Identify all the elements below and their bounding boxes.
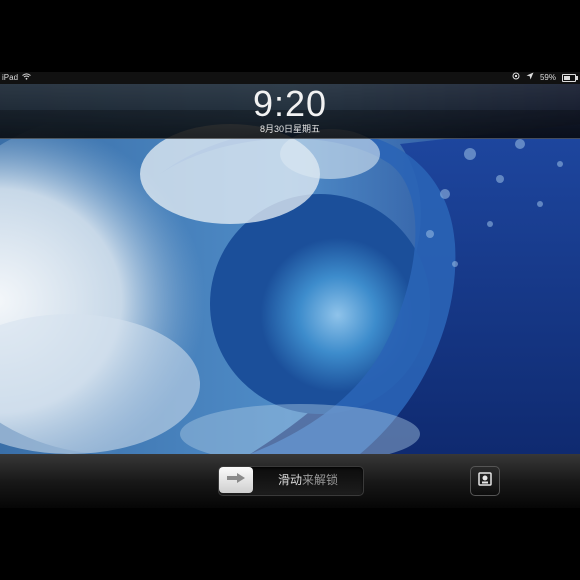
picture-frame-icon [477,471,493,492]
slide-to-unlock-label: 滑动来解锁 [256,466,360,494]
wallpaper-wave [0,84,580,454]
location-arrow-icon [526,72,534,84]
arrow-right-icon [226,471,246,489]
battery-percent: 59% [539,73,556,82]
slide-to-unlock-knob[interactable] [219,467,253,493]
picture-frame-button[interactable] [470,466,500,496]
rotation-lock-icon [512,72,520,84]
letterbox-bottom [0,508,580,580]
device-name: iPad [2,73,19,82]
slide-to-unlock-label-rest: 来解锁 [302,473,339,487]
letterbox-top [0,0,580,72]
clock-time: 9:20 [252,83,328,124]
clock-date: 8月30日星期五 [259,124,321,134]
slide-to-unlock-label-highlight: 滑动 [277,473,302,487]
battery-icon [562,74,578,82]
battery-level-fill [564,76,570,80]
wifi-icon [22,72,31,84]
